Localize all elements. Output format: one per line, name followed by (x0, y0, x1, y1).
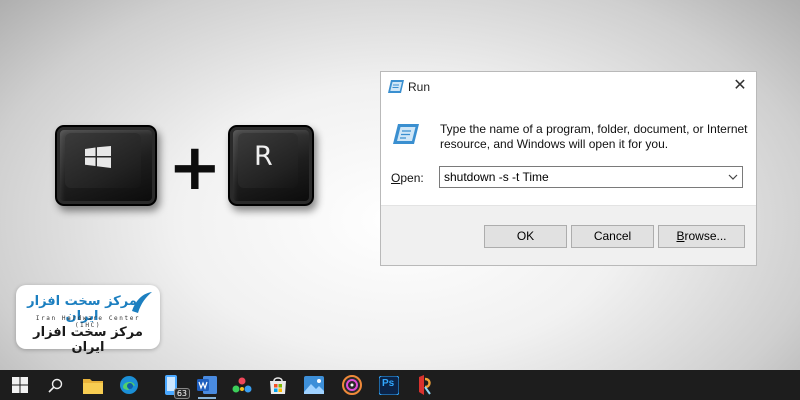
phone-link-icon[interactable]: 63 (160, 374, 190, 399)
logo-persian-bottom: مرکز سخت افزار ایران (33, 325, 143, 355)
store-icon[interactable] (267, 374, 289, 396)
photoshop-icon[interactable]: Ps (378, 374, 400, 396)
browse-button[interactable]: Browse... (658, 225, 745, 248)
plus-sign: + (168, 131, 222, 205)
windows-logo-icon (85, 146, 111, 168)
recovery-tool-icon[interactable] (414, 374, 436, 396)
run-dialog: Run ✕ Type the name of a program, folder… (380, 71, 757, 266)
close-button[interactable]: ✕ (732, 77, 748, 95)
active-indicator (198, 397, 216, 399)
open-label: Open: (391, 171, 424, 185)
titlebar: Run ✕ (381, 72, 756, 102)
windows-start-icon[interactable] (9, 374, 31, 396)
ok-button[interactable]: OK (484, 225, 567, 248)
apps-dots-icon[interactable] (231, 374, 253, 396)
windows-key (55, 125, 157, 206)
cancel-button[interactable]: Cancel (571, 225, 654, 248)
notification-badge: 63 (173, 388, 190, 399)
search-icon[interactable] (44, 374, 66, 396)
file-explorer-icon[interactable] (82, 374, 104, 396)
run-app-icon (388, 80, 404, 93)
media-player-icon[interactable] (341, 374, 363, 396)
dialog-description: Type the name of a program, folder, docu… (440, 122, 748, 151)
edge-browser-icon[interactable] (118, 374, 140, 396)
logo-swoosh-icon (132, 292, 152, 313)
photoshop-label: Ps (382, 378, 395, 389)
taskbar: 63 Ps (0, 370, 800, 400)
open-combobox[interactable]: shutdown -s -t Time (439, 166, 743, 188)
dialog-title: Run (408, 80, 431, 94)
ihc-logo: مرکز سخت افزار ایران Iran Hardware Cente… (16, 285, 160, 355)
open-input[interactable]: shutdown -s -t Time (444, 170, 549, 184)
key-letter-r: R (254, 141, 273, 172)
r-key: R (228, 125, 314, 206)
run-large-icon (393, 124, 419, 144)
word-icon[interactable] (196, 374, 218, 399)
photos-icon[interactable] (303, 374, 325, 396)
chevron-down-icon[interactable] (728, 173, 738, 181)
